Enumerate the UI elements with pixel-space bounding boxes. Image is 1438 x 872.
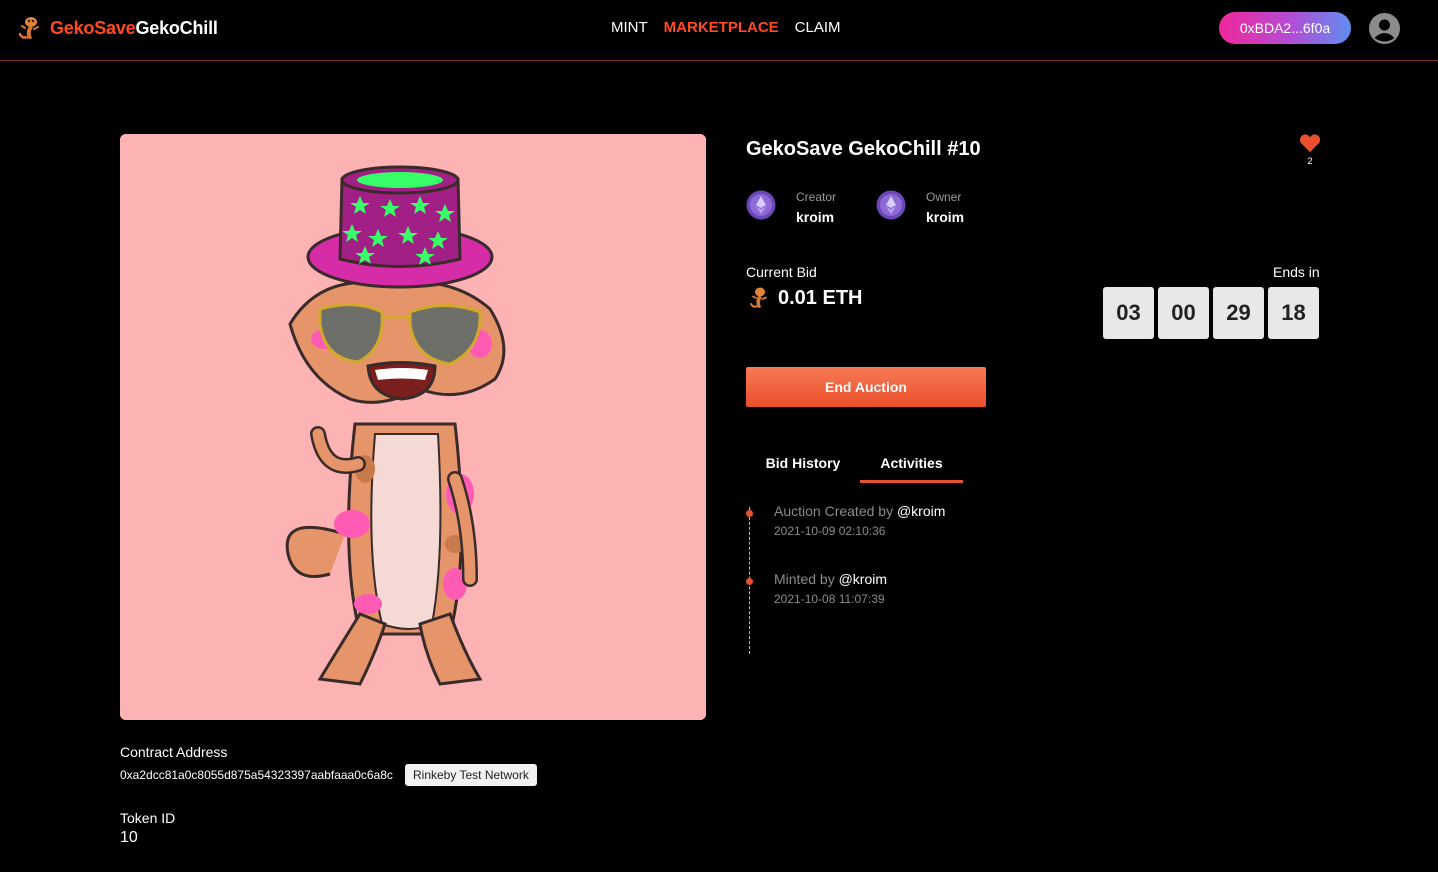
ends-in-label: Ends in: [1273, 264, 1320, 280]
activity-user[interactable]: @kroim: [839, 571, 887, 587]
brand-name-part1: GekoSave: [50, 17, 136, 38]
owner-info[interactable]: Owner kroim: [876, 190, 964, 225]
activity-time: 2021-10-08 11:07:39: [774, 592, 885, 606]
activity-text: Auction Created by @kroim: [774, 503, 945, 519]
gecko-coin-icon: [750, 287, 767, 308]
tab-activities[interactable]: Activities: [860, 446, 963, 483]
owner-text: Owner kroim: [926, 190, 964, 225]
activity-tabs: Bid History Activities: [746, 446, 986, 484]
owner-label: Owner: [926, 190, 962, 204]
timeline-dot: [746, 578, 753, 585]
nft-image: [120, 134, 706, 720]
ethereum-icon: [876, 190, 906, 220]
wallet-address-button[interactable]: 0xBDA2...6f0a: [1219, 12, 1351, 44]
activity-text: Minted by @kroim: [774, 571, 887, 587]
activity-item: Auction Created by @kroim 2021-10-09 02:…: [774, 503, 945, 538]
activity-user[interactable]: @kroim: [897, 503, 945, 519]
activity-item: Minted by @kroim 2021-10-08 11:07:39: [774, 571, 887, 606]
token-id-value: 10: [120, 829, 138, 846]
creator-text: Creator kroim: [796, 190, 836, 225]
creator-label: Creator: [796, 190, 837, 204]
current-bid: 0.01 ETH: [748, 286, 862, 310]
nft-title: GekoSave GekoChill #10: [746, 138, 981, 160]
contract-address-value[interactable]: 0xa2dcc81a0c8055d875a54323397aabfaaa0c6a…: [120, 768, 393, 782]
brand-logo[interactable]: GekoSaveGekoChill: [16, 14, 218, 42]
nav-marketplace[interactable]: MARKETPLACE: [664, 19, 779, 36]
brand-name: GekoSaveGekoChill: [50, 18, 218, 39]
creator-name: kroim: [796, 209, 835, 225]
like-count: 2: [1307, 156, 1313, 166]
gecko-artwork: [120, 134, 706, 720]
owner-name: kroim: [926, 209, 965, 225]
countdown-hours: 00: [1158, 287, 1209, 339]
tab-bid-history[interactable]: Bid History: [746, 446, 860, 483]
countdown-days: 03: [1103, 287, 1154, 339]
top-navbar: GekoSaveGekoChill MINT MARKETPLACE CLAIM…: [0, 0, 1438, 61]
brand-name-part2: GekoChill: [135, 17, 218, 38]
nav-claim[interactable]: CLAIM: [795, 19, 841, 36]
ethereum-icon: [746, 190, 776, 220]
countdown-minutes: 29: [1213, 287, 1264, 339]
token-id-label: Token ID: [120, 810, 176, 826]
main-nav: MINT MARKETPLACE CLAIM: [611, 19, 841, 36]
countdown-seconds: 18: [1268, 287, 1319, 339]
activity-action: Minted by: [774, 571, 835, 587]
contract-address-label: Contract Address: [120, 744, 228, 760]
end-auction-button[interactable]: End Auction: [746, 367, 986, 407]
like-button[interactable]: 2: [1298, 133, 1322, 166]
activity-time: 2021-10-09 02:10:36: [774, 524, 886, 538]
gecko-logo-icon: [18, 17, 39, 39]
auction-countdown: 03 00 29 18: [1103, 287, 1319, 339]
current-bid-value: 0.01 ETH: [778, 286, 863, 309]
nav-mint[interactable]: MINT: [611, 19, 648, 36]
heart-icon: [1299, 134, 1321, 153]
current-bid-label: Current Bid: [746, 264, 817, 280]
creator-info[interactable]: Creator kroim: [746, 190, 836, 225]
activity-action: Auction Created by: [774, 503, 894, 519]
user-circle-icon[interactable]: [1368, 12, 1401, 45]
timeline-dot: [746, 510, 753, 517]
network-badge: Rinkeby Test Network: [405, 764, 537, 786]
